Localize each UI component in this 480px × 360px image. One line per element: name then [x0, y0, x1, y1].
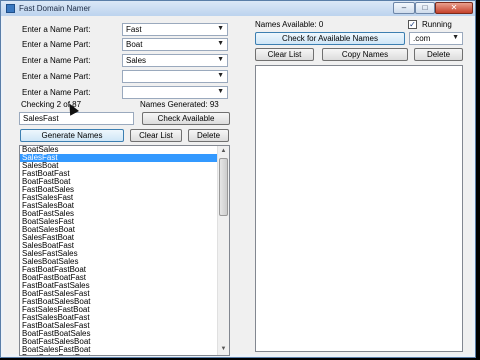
- check-for-available-names-button[interactable]: Check for Available Names: [255, 32, 405, 45]
- generate-names-button[interactable]: Generate Names: [20, 129, 124, 142]
- names-listbox[interactable]: BoatSales SalesFast SalesBoat FastBoatFast B…: [19, 145, 230, 356]
- names-generated-status: Names Generated: 93: [140, 100, 219, 109]
- window-title: Fast Domain Namer: [19, 4, 91, 13]
- app-window: Fast Domain Namer – □ ✕ Enter a Name Par…: [0, 0, 476, 358]
- client-area: Enter a Name Part: Fast ▼ Enter a Name P…: [4, 16, 472, 356]
- check-available-button[interactable]: Check Available: [142, 112, 230, 125]
- chevron-down-icon: ▼: [452, 34, 459, 41]
- name-input[interactable]: [19, 112, 134, 125]
- list-item[interactable]: BoatSalesBoatFast: [20, 354, 229, 356]
- clear-list-button[interactable]: Clear List: [130, 129, 182, 142]
- title-bar[interactable]: Fast Domain Namer – □ ✕: [1, 1, 475, 16]
- name-part-combo-3[interactable]: Sales ▼: [122, 54, 228, 67]
- chevron-down-icon: ▼: [217, 25, 224, 32]
- names-available-label: Names Available: 0: [255, 20, 324, 29]
- name-part-label-1: Enter a Name Part:: [22, 25, 91, 34]
- chevron-down-icon: ▼: [217, 88, 224, 95]
- name-part-combo-2[interactable]: Boat ▼: [122, 38, 228, 51]
- list-scrollbar[interactable]: ▲ ▼: [217, 146, 229, 355]
- names-list-items: BoatSales SalesFast SalesBoat FastBoatFast B…: [20, 146, 229, 356]
- tld-select[interactable]: .com ▼: [409, 32, 463, 45]
- name-part-label-3: Enter a Name Part:: [22, 56, 91, 65]
- chevron-down-icon: ▼: [217, 72, 224, 79]
- name-part-value-1: Fast: [126, 25, 142, 34]
- chevron-down-icon: ▼: [217, 56, 224, 63]
- tld-value: .com: [413, 34, 431, 43]
- name-part-label-5: Enter a Name Part:: [22, 88, 91, 97]
- scroll-thumb[interactable]: [219, 158, 228, 216]
- app-icon: [6, 4, 15, 13]
- name-part-value-3: Sales: [126, 56, 147, 65]
- scroll-up-icon[interactable]: ▲: [218, 146, 229, 157]
- name-part-label-2: Enter a Name Part:: [22, 40, 91, 49]
- close-button[interactable]: ✕: [435, 2, 473, 14]
- scroll-down-icon[interactable]: ▼: [218, 344, 229, 355]
- delete-button[interactable]: Delete: [188, 129, 229, 142]
- chevron-down-icon: ▼: [217, 40, 224, 47]
- copy-names-button[interactable]: Copy Names: [322, 48, 408, 61]
- name-part-combo-5[interactable]: ▼: [122, 86, 228, 99]
- clear-list-right-button[interactable]: Clear List: [255, 48, 314, 61]
- available-names-listbox[interactable]: [255, 65, 463, 352]
- running-label: Running: [422, 20, 452, 29]
- maximize-button[interactable]: □: [415, 2, 435, 14]
- running-checkbox[interactable]: ✓: [408, 20, 417, 29]
- name-part-label-4: Enter a Name Part:: [22, 72, 91, 81]
- minimize-button[interactable]: –: [393, 2, 415, 14]
- name-part-combo-4[interactable]: ▼: [122, 70, 228, 83]
- name-part-value-2: Boat: [126, 40, 143, 49]
- name-part-combo-1[interactable]: Fast ▼: [122, 23, 228, 36]
- delete-right-button[interactable]: Delete: [414, 48, 463, 61]
